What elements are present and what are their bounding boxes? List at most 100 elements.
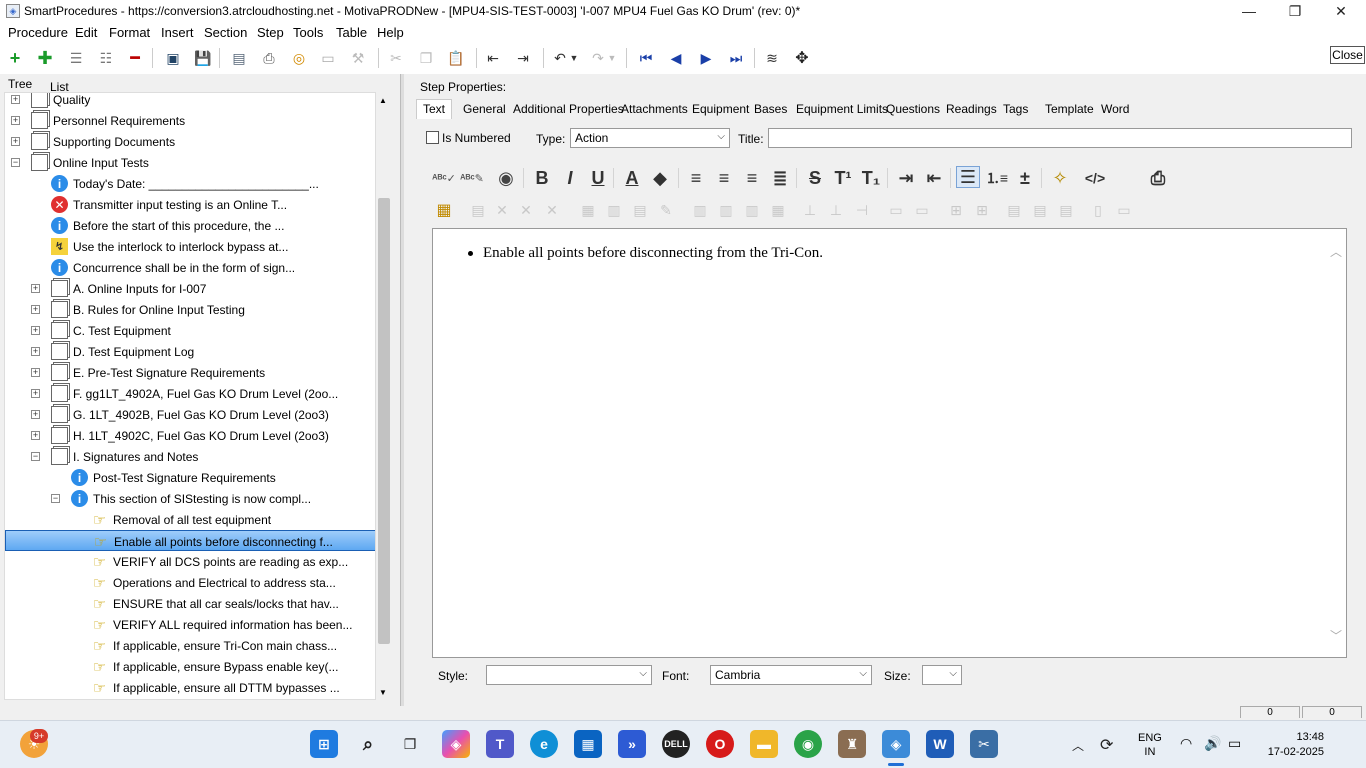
scrollbar-thumb[interactable]	[378, 198, 390, 644]
expand-node-icon[interactable]: +	[31, 410, 40, 419]
teams-icon[interactable]: T	[486, 730, 514, 758]
scroll-up-icon[interactable]: ▲	[379, 96, 387, 105]
indent-icon[interactable]: ⇥	[513, 49, 533, 67]
close-window-button[interactable]: ✕	[1318, 0, 1364, 22]
tab-attachments[interactable]: Attachments	[621, 102, 688, 116]
save-all-icon[interactable]: ▣	[163, 49, 183, 67]
tree-node[interactable]: ☞ If applicable, ensure Tri-Con main chas…	[5, 635, 375, 656]
wifi-icon[interactable]: ◠	[1180, 735, 1192, 752]
tree-node[interactable]: i Concurrence shall be in the form of sig…	[5, 257, 375, 278]
tab-tree[interactable]: Tree	[8, 77, 32, 91]
tree-node[interactable]: + H. 1LT_4902C, Fuel Gas KO Drum Level (2…	[5, 425, 375, 446]
tree-node[interactable]: ☞ Removal of all test equipment	[5, 509, 375, 530]
export-icon[interactable]: ▤	[229, 49, 249, 67]
tree-node[interactable]: ✕ Transmitter input testing is an Online …	[5, 194, 375, 215]
file-explorer-icon[interactable]: ▬	[750, 730, 778, 758]
copilot-icon[interactable]: ◈	[442, 730, 470, 758]
pane-splitter[interactable]	[400, 74, 404, 706]
collapse-icon[interactable]: ☰	[66, 49, 86, 67]
tree-node[interactable]: + F. gg1LT_4902A, Fuel Gas KO Drum Level …	[5, 383, 375, 404]
tab-additional-properties[interactable]: Additional Properties	[513, 102, 624, 116]
tree-node[interactable]: + C. Test Equipment	[5, 320, 375, 341]
print-icon[interactable]: ⎙	[1146, 167, 1170, 189]
tree-node[interactable]: − i This section of SIStesting is now comp…	[5, 488, 375, 509]
tree-node[interactable]: ↯ Use the interlock to interlock bypass a…	[5, 236, 375, 257]
insert-table-icon[interactable]: ▦	[432, 199, 456, 221]
network-sync-icon[interactable]: ⟳	[1100, 735, 1113, 755]
first-step-icon[interactable]: ⏮	[636, 49, 656, 67]
start-icon[interactable]: ⊞	[310, 730, 338, 758]
tree-node[interactable]: ☞ ENSURE that all car seals/locks that ha…	[5, 593, 375, 614]
snipping-tool-icon[interactable]: ✂	[970, 730, 998, 758]
tree-node[interactable]: + A. Online Inputs for I-007	[5, 278, 375, 299]
expand-node-icon[interactable]: +	[31, 389, 40, 398]
font-color-icon[interactable]: A	[620, 167, 644, 189]
volume-icon[interactable]: 🔊	[1204, 735, 1221, 752]
tree-node[interactable]: ☞ Enable all points before disconnecting …	[5, 530, 375, 551]
battery-icon[interactable]: ▭	[1228, 735, 1241, 752]
undo-icon[interactable]: ↶	[550, 49, 570, 67]
tree-node[interactable]: + Personnel Requirements	[5, 110, 375, 131]
expand-node-icon[interactable]: +	[31, 347, 40, 356]
scroll-down-icon[interactable]: ▼	[379, 688, 387, 697]
minimize-button[interactable]: —	[1226, 0, 1272, 22]
collapse-node-icon[interactable]: −	[31, 452, 40, 461]
tree-node[interactable]: + G. 1LT_4902B, Fuel Gas KO Drum Level (2…	[5, 404, 375, 425]
image-icon[interactable]: ◉	[494, 167, 518, 189]
numbered-list-icon[interactable]: ⒈≡	[985, 167, 1009, 189]
editor-scroll-down-icon[interactable]: ﹀	[1330, 627, 1342, 644]
chevron-up-icon[interactable]: ︿	[1072, 737, 1084, 754]
chrome-icon[interactable]: ◉	[794, 730, 822, 758]
tab-text[interactable]: Text	[416, 99, 453, 120]
tree-node[interactable]: i Before the start of this procedure, the…	[5, 215, 375, 236]
horizontal-rule-icon[interactable]: ±	[1013, 167, 1037, 189]
tree-node[interactable]: ☞ VERIFY all DCS points are reading as ex…	[5, 551, 375, 572]
menu-section[interactable]: Section	[204, 25, 247, 40]
word-icon[interactable]: W	[926, 730, 954, 758]
tree-node[interactable]: i Post-Test Signature Requirements	[5, 467, 375, 488]
maximize-button[interactable]: ❐	[1272, 0, 1318, 22]
previous-step-icon[interactable]: ◀	[666, 49, 686, 67]
save-icon[interactable]: 💾	[193, 49, 213, 67]
spellcheck-icon[interactable]: ≋	[762, 49, 782, 67]
expand-node-icon[interactable]: +	[11, 137, 20, 146]
tree-node[interactable]: ☞ VERIFY ALL required information has bee…	[5, 614, 375, 635]
tab-equipment-limits[interactable]: Equipment Limits	[796, 102, 888, 116]
align-right-icon[interactable]: ≡	[740, 167, 764, 189]
collapse-node-icon[interactable]: −	[11, 158, 20, 167]
editor-scroll-up-icon[interactable]: ︿	[1330, 243, 1342, 260]
expand-node-icon[interactable]: +	[11, 116, 20, 125]
tree-node[interactable]: + E. Pre-Test Signature Requirements	[5, 362, 375, 383]
print-icon[interactable]: ⎙	[259, 49, 279, 67]
tab-general[interactable]: General	[463, 102, 506, 116]
tab-readings[interactable]: Readings	[946, 102, 997, 116]
underline-icon[interactable]: U	[586, 167, 610, 189]
outdent-icon[interactable]: ⇤	[922, 167, 946, 189]
tree-node[interactable]: ☞ Operations and Electrical to address st…	[5, 572, 375, 593]
opera-icon[interactable]: O	[706, 730, 734, 758]
title-input[interactable]	[768, 128, 1352, 148]
size-dropdown[interactable]: ⌵	[922, 665, 962, 685]
html-source-icon[interactable]: </>	[1083, 167, 1107, 189]
align-center-icon[interactable]: ≡	[712, 167, 736, 189]
magic-wand-icon[interactable]: ✧	[1048, 167, 1072, 189]
autocorrect-icon[interactable]: ᴬᴮᶜ✎	[460, 167, 484, 189]
next-step-icon[interactable]: ▶	[696, 49, 716, 67]
search-icon[interactable]: ⌕	[354, 730, 382, 758]
spellcheck-icon[interactable]: ᴬᴮᶜ✓	[432, 167, 456, 189]
tree-scrollbar[interactable]: ▲ ▼	[376, 92, 392, 700]
tab-tags[interactable]: Tags	[1003, 102, 1028, 116]
paste-icon[interactable]: 📋	[446, 49, 466, 67]
italic-icon[interactable]: I	[558, 167, 582, 189]
tree-node[interactable]: ☞ If applicable, ensure Bypass enable key…	[5, 656, 375, 677]
tree-node[interactable]: + D. Test Equipment Log	[5, 341, 375, 362]
menu-edit[interactable]: Edit	[75, 25, 97, 40]
tab-bases[interactable]: Bases	[754, 102, 787, 116]
menu-procedure[interactable]: Procedure	[8, 25, 68, 40]
tree-node[interactable]: − Online Input Tests	[5, 152, 375, 173]
menu-table[interactable]: Table	[336, 25, 367, 40]
tree-node[interactable]: ☞ If applicable, ensure all DTTM bypasses…	[5, 677, 375, 698]
expand-node-icon[interactable]: +	[31, 431, 40, 440]
tab-equipment[interactable]: Equipment	[692, 102, 749, 116]
step-text-editor[interactable]: Enable all points before disconnecting f…	[432, 228, 1347, 658]
